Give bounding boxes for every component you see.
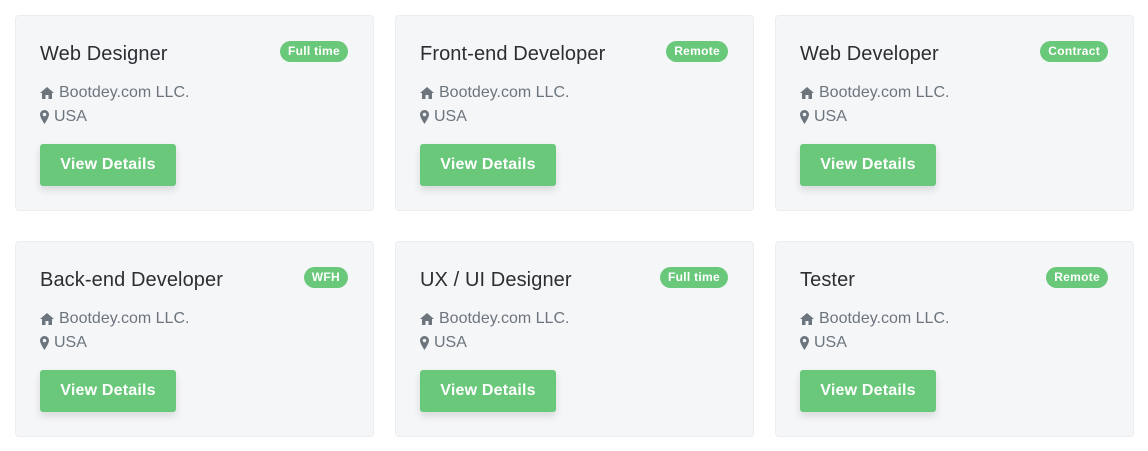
job-title: Front-end Developer	[420, 43, 606, 65]
company-line: Bootdey.com LLC.	[40, 310, 189, 328]
job-type-badge: Remote	[666, 41, 728, 62]
job-card: Web Developer Contract Bootdey.com LLC. …	[775, 15, 1134, 211]
location-line: USA	[40, 108, 87, 126]
view-details-button[interactable]: View Details	[800, 144, 936, 186]
view-details-button[interactable]: View Details	[420, 370, 556, 412]
job-title: Back-end Developer	[40, 269, 224, 291]
location-line: USA	[420, 334, 467, 352]
company-line: Bootdey.com LLC.	[420, 84, 569, 102]
view-details-button[interactable]: View Details	[420, 144, 556, 186]
location-name: USA	[54, 334, 87, 351]
map-marker-icon	[420, 336, 429, 350]
view-details-button[interactable]: View Details	[40, 144, 176, 186]
location-line: USA	[800, 108, 847, 126]
company-line: Bootdey.com LLC.	[800, 84, 949, 102]
location-name: USA	[814, 334, 847, 351]
map-marker-icon	[40, 110, 49, 124]
job-card: Tester Remote Bootdey.com LLC. USA View …	[775, 241, 1134, 437]
map-marker-icon	[420, 110, 429, 124]
company-name: Bootdey.com LLC.	[439, 84, 570, 101]
company-line: Bootdey.com LLC.	[40, 84, 189, 102]
location-name: USA	[814, 108, 847, 125]
map-marker-icon	[800, 110, 809, 124]
location-name: USA	[54, 108, 87, 125]
home-icon	[420, 87, 434, 99]
home-icon	[40, 313, 54, 325]
view-details-button[interactable]: View Details	[40, 370, 176, 412]
map-marker-icon	[800, 336, 809, 350]
job-title: UX / UI Designer	[420, 269, 572, 291]
job-card: Web Designer Full time Bootdey.com LLC. …	[15, 15, 374, 211]
company-line: Bootdey.com LLC.	[800, 310, 949, 328]
job-title: Web Designer	[40, 43, 168, 65]
job-type-badge: WFH	[303, 267, 348, 288]
location-line: USA	[800, 334, 847, 352]
company-name: Bootdey.com LLC.	[819, 84, 950, 101]
home-icon	[40, 87, 54, 99]
home-icon	[800, 87, 814, 99]
job-type-badge: Full time	[279, 41, 348, 62]
location-line: USA	[420, 108, 467, 126]
job-card-grid: Web Designer Full time Bootdey.com LLC. …	[15, 15, 1134, 437]
location-name: USA	[434, 108, 467, 125]
view-details-button[interactable]: View Details	[800, 370, 936, 412]
job-card: UX / UI Designer Full time Bootdey.com L…	[395, 241, 754, 437]
location-line: USA	[40, 334, 87, 352]
job-type-badge: Contract	[1040, 41, 1108, 62]
map-marker-icon	[40, 336, 49, 350]
company-name: Bootdey.com LLC.	[819, 310, 950, 327]
location-name: USA	[434, 334, 467, 351]
company-line: Bootdey.com LLC.	[420, 310, 569, 328]
job-card: Front-end Developer Remote Bootdey.com L…	[395, 15, 754, 211]
job-title: Web Developer	[800, 43, 939, 65]
job-card: Back-end Developer WFH Bootdey.com LLC. …	[15, 241, 374, 437]
job-type-badge: Full time	[659, 267, 728, 288]
company-name: Bootdey.com LLC.	[59, 84, 190, 101]
company-name: Bootdey.com LLC.	[59, 310, 190, 327]
job-title: Tester	[800, 269, 856, 291]
job-type-badge: Remote	[1046, 267, 1108, 288]
home-icon	[800, 313, 814, 325]
company-name: Bootdey.com LLC.	[439, 310, 570, 327]
home-icon	[420, 313, 434, 325]
